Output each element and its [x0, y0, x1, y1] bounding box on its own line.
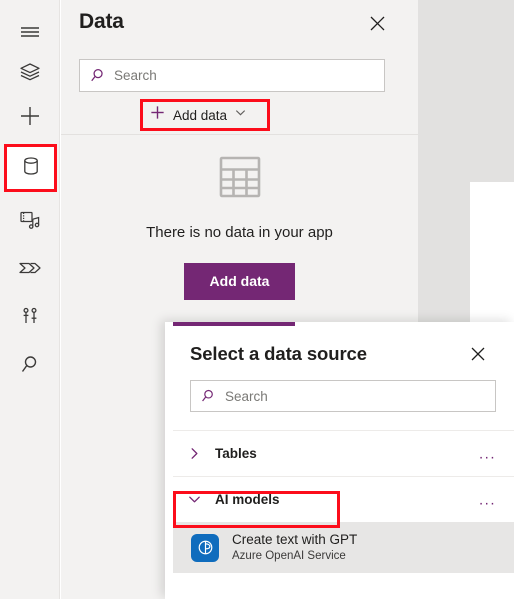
data-source-list: Tables ... AI models ... Create text wit… [165, 430, 514, 593]
tree-view-icon [18, 60, 42, 84]
page-title: Data [79, 10, 124, 33]
panel-divider [61, 134, 418, 135]
azure-openai-icon [191, 533, 219, 562]
sidebar-item-variables[interactable] [0, 292, 60, 340]
data-source-group-ai-models[interactable]: AI models ... [165, 477, 514, 522]
data-source-group-tables[interactable]: Tables ... [165, 431, 514, 476]
sidebar-item-insert[interactable] [0, 92, 60, 140]
database-icon [20, 154, 42, 183]
chevron-right-icon [165, 446, 215, 461]
data-search-input[interactable]: Search [79, 59, 385, 92]
table-icon [216, 155, 264, 204]
select-data-source-dialog: Select a data source Search Tables ... A… [165, 322, 514, 599]
left-icon-rail [0, 0, 60, 599]
plus-icon [149, 104, 166, 126]
data-panel-close-button[interactable] [363, 12, 391, 40]
sidebar-item-data[interactable] [4, 144, 57, 192]
dialog-accent-bar [173, 322, 295, 326]
search-icon [80, 67, 114, 84]
sidebar-item-power-automate[interactable] [0, 244, 60, 292]
dialog-title: Select a data source [190, 343, 367, 364]
add-data-button[interactable]: Add data [183, 263, 296, 300]
plus-icon [17, 103, 43, 129]
power-automate-icon [17, 256, 43, 280]
media-icon [18, 208, 42, 232]
group-overflow-button[interactable]: ... [479, 492, 496, 507]
dialog-search-placeholder: Search [225, 388, 268, 404]
sidebar-item-tree-view[interactable] [0, 48, 60, 96]
group-label: Tables [215, 446, 257, 461]
variables-icon [19, 304, 41, 328]
data-search-placeholder: Search [114, 68, 157, 83]
search-icon [18, 352, 42, 376]
group-label: AI models [215, 492, 280, 507]
dialog-search-input[interactable]: Search [190, 380, 496, 412]
sidebar-item-search[interactable] [0, 340, 60, 388]
data-source-item-subtitle: Azure OpenAI Service [232, 549, 346, 562]
data-empty-state: There is no data in your app Add data [61, 155, 418, 300]
data-source-item-text: Create text with GPT Azure OpenAI Servic… [232, 532, 357, 563]
data-source-item-create-text-with-gpt[interactable]: Create text with GPT Azure OpenAI Servic… [173, 522, 514, 573]
app-root: Data Search Add data There is no data in… [0, 0, 514, 599]
dialog-close-button[interactable] [465, 343, 491, 369]
chevron-down-icon [234, 106, 247, 124]
data-panel-header: Data [61, 0, 418, 48]
menu-icon [18, 20, 42, 44]
close-icon [369, 15, 386, 37]
data-source-item-title: Create text with GPT [232, 531, 358, 547]
chevron-down-icon [165, 492, 215, 507]
add-data-label: Add data [173, 107, 228, 123]
add-data-menu-button[interactable]: Add data [140, 99, 270, 131]
group-overflow-button[interactable]: ... [479, 446, 496, 461]
empty-state-message: There is no data in your app [146, 224, 333, 241]
dialog-list-tail [173, 573, 514, 593]
sidebar-item-media[interactable] [0, 196, 60, 244]
close-icon [470, 346, 486, 367]
search-icon [191, 388, 225, 404]
